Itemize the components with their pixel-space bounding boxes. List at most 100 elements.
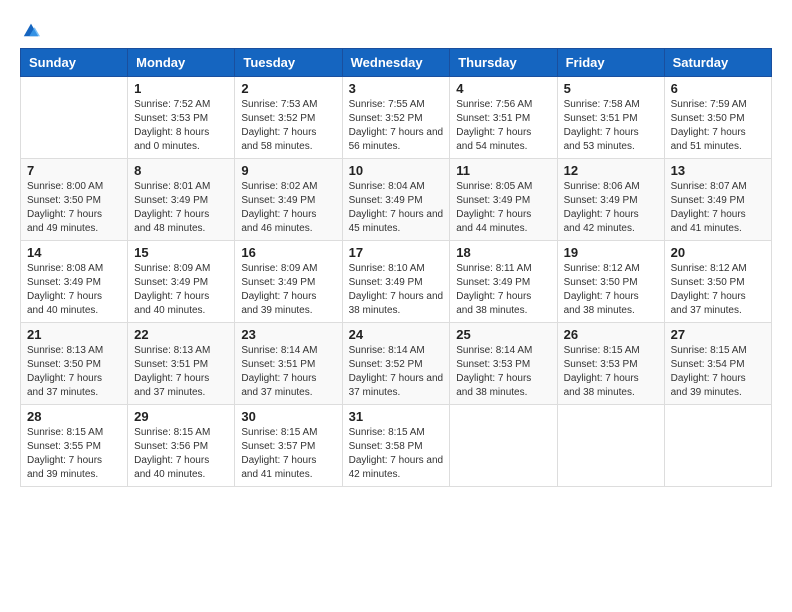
day-info: Sunrise: 8:15 AM Sunset: 3:55 PM Dayligh… — [27, 426, 121, 482]
calendar-cell — [664, 405, 771, 487]
calendar-cell: 4 Sunrise: 7:56 AM Sunset: 3:51 PM Daylig… — [450, 77, 557, 159]
calendar-cell: 17Sunrise: 8:10 AM Sunset: 3:49 PM Dayli… — [342, 241, 450, 323]
weekday-header-sunday: Sunday — [21, 49, 128, 77]
day-info: Sunrise: 8:12 AM Sunset: 3:50 PM Dayligh… — [564, 262, 658, 318]
calendar-cell: 14 Sunrise: 8:08 AM Sunset: 3:49 PM Dayli… — [21, 241, 128, 323]
calendar-table: SundayMondayTuesdayWednesdayThursdayFrid… — [20, 48, 772, 487]
page-header — [20, 20, 772, 38]
day-info: Sunrise: 7:56 AM Sunset: 3:51 PM Dayligh… — [456, 98, 550, 154]
calendar-cell: 12Sunrise: 8:06 AM Sunset: 3:49 PM Dayli… — [557, 159, 664, 241]
day-info: Sunrise: 8:05 AM Sunset: 3:49 PM Dayligh… — [456, 180, 550, 236]
calendar-cell: 5 Sunrise: 7:58 AM Sunset: 3:51 PM Daylig… — [557, 77, 664, 159]
day-number: 24 — [349, 327, 444, 342]
day-number: 11 — [456, 163, 550, 178]
day-info: Sunrise: 8:07 AM Sunset: 3:49 PM Dayligh… — [671, 180, 765, 236]
day-info: Sunrise: 7:58 AM Sunset: 3:51 PM Dayligh… — [564, 98, 658, 154]
weekday-header-wednesday: Wednesday — [342, 49, 450, 77]
calendar-cell: 19 Sunrise: 8:12 AM Sunset: 3:50 PM Dayli… — [557, 241, 664, 323]
day-info: Sunrise: 7:52 AM Sunset: 3:53 PM Dayligh… — [134, 98, 228, 154]
day-info: Sunrise: 8:15 AM Sunset: 3:57 PM Dayligh… — [241, 426, 335, 482]
weekday-header-saturday: Saturday — [664, 49, 771, 77]
calendar-cell: 7 Sunrise: 8:00 AM Sunset: 3:50 PM Daylig… — [21, 159, 128, 241]
day-info: Sunrise: 8:15 AM Sunset: 3:58 PM Dayligh… — [349, 426, 444, 482]
day-number: 5 — [564, 81, 658, 96]
day-number: 18 — [456, 245, 550, 260]
day-info: Sunrise: 8:08 AM Sunset: 3:49 PM Dayligh… — [27, 262, 121, 318]
calendar-cell: 2 Sunrise: 7:53 AM Sunset: 3:52 PM Daylig… — [235, 77, 342, 159]
day-number: 20 — [671, 245, 765, 260]
day-info: Sunrise: 8:15 AM Sunset: 3:54 PM Dayligh… — [671, 344, 765, 400]
day-number: 27 — [671, 327, 765, 342]
calendar-week-row: 14 Sunrise: 8:08 AM Sunset: 3:49 PM Dayli… — [21, 241, 772, 323]
weekday-header-tuesday: Tuesday — [235, 49, 342, 77]
calendar-cell: 15 Sunrise: 8:09 AM Sunset: 3:49 PM Dayli… — [128, 241, 235, 323]
day-number: 15 — [134, 245, 228, 260]
calendar-cell: 29Sunrise: 8:15 AM Sunset: 3:56 PM Dayli… — [128, 405, 235, 487]
day-number: 16 — [241, 245, 335, 260]
day-number: 2 — [241, 81, 335, 96]
calendar-cell: 31 Sunrise: 8:15 AM Sunset: 3:58 PM Dayli… — [342, 405, 450, 487]
day-info: Sunrise: 8:14 AM Sunset: 3:51 PM Dayligh… — [241, 344, 335, 400]
day-info: Sunrise: 8:02 AM Sunset: 3:49 PM Dayligh… — [241, 180, 335, 236]
day-number: 21 — [27, 327, 121, 342]
day-info: Sunrise: 8:09 AM Sunset: 3:49 PM Dayligh… — [241, 262, 335, 318]
calendar-cell: 23 Sunrise: 8:14 AM Sunset: 3:51 PM Dayli… — [235, 323, 342, 405]
calendar-cell: 26Sunrise: 8:15 AM Sunset: 3:53 PM Dayli… — [557, 323, 664, 405]
day-number: 7 — [27, 163, 121, 178]
calendar-cell: 1 Sunrise: 7:52 AM Sunset: 3:53 PM Daylig… — [128, 77, 235, 159]
calendar-cell: 9 Sunrise: 8:02 AM Sunset: 3:49 PM Daylig… — [235, 159, 342, 241]
day-info: Sunrise: 8:15 AM Sunset: 3:53 PM Dayligh… — [564, 344, 658, 400]
logo-icon — [22, 20, 40, 38]
weekday-header-thursday: Thursday — [450, 49, 557, 77]
calendar-cell: 27 Sunrise: 8:15 AM Sunset: 3:54 PM Dayli… — [664, 323, 771, 405]
logo — [20, 20, 40, 38]
day-number: 4 — [456, 81, 550, 96]
day-info: Sunrise: 8:01 AM Sunset: 3:49 PM Dayligh… — [134, 180, 228, 236]
calendar-header-row: SundayMondayTuesdayWednesdayThursdayFrid… — [21, 49, 772, 77]
day-info: Sunrise: 8:13 AM Sunset: 3:50 PM Dayligh… — [27, 344, 121, 400]
day-info: Sunrise: 8:11 AM Sunset: 3:49 PM Dayligh… — [456, 262, 550, 318]
calendar-cell: 22Sunrise: 8:13 AM Sunset: 3:51 PM Dayli… — [128, 323, 235, 405]
day-number: 23 — [241, 327, 335, 342]
day-info: Sunrise: 7:59 AM Sunset: 3:50 PM Dayligh… — [671, 98, 765, 154]
calendar-cell — [21, 77, 128, 159]
calendar-week-row: 28Sunrise: 8:15 AM Sunset: 3:55 PM Dayli… — [21, 405, 772, 487]
calendar-cell: 18 Sunrise: 8:11 AM Sunset: 3:49 PM Dayli… — [450, 241, 557, 323]
day-number: 13 — [671, 163, 765, 178]
calendar-cell: 21 Sunrise: 8:13 AM Sunset: 3:50 PM Dayli… — [21, 323, 128, 405]
calendar-cell: 16 Sunrise: 8:09 AM Sunset: 3:49 PM Dayli… — [235, 241, 342, 323]
calendar-cell: 8 Sunrise: 8:01 AM Sunset: 3:49 PM Daylig… — [128, 159, 235, 241]
day-number: 22 — [134, 327, 228, 342]
day-info: Sunrise: 8:10 AM Sunset: 3:49 PM Dayligh… — [349, 262, 444, 318]
day-number: 8 — [134, 163, 228, 178]
day-info: Sunrise: 8:14 AM Sunset: 3:53 PM Dayligh… — [456, 344, 550, 400]
day-info: Sunrise: 8:04 AM Sunset: 3:49 PM Dayligh… — [349, 180, 444, 236]
day-info: Sunrise: 8:12 AM Sunset: 3:50 PM Dayligh… — [671, 262, 765, 318]
calendar-cell: 3Sunrise: 7:55 AM Sunset: 3:52 PM Daylig… — [342, 77, 450, 159]
day-number: 3 — [349, 81, 444, 96]
calendar-week-row: 7 Sunrise: 8:00 AM Sunset: 3:50 PM Daylig… — [21, 159, 772, 241]
calendar-cell: 13 Sunrise: 8:07 AM Sunset: 3:49 PM Dayli… — [664, 159, 771, 241]
day-number: 14 — [27, 245, 121, 260]
calendar-cell — [557, 405, 664, 487]
calendar-week-row: 21 Sunrise: 8:13 AM Sunset: 3:50 PM Dayli… — [21, 323, 772, 405]
calendar-cell: 24 Sunrise: 8:14 AM Sunset: 3:52 PM Dayli… — [342, 323, 450, 405]
day-number: 1 — [134, 81, 228, 96]
day-info: Sunrise: 8:00 AM Sunset: 3:50 PM Dayligh… — [27, 180, 121, 236]
day-number: 25 — [456, 327, 550, 342]
day-info: Sunrise: 8:14 AM Sunset: 3:52 PM Dayligh… — [349, 344, 444, 400]
day-number: 31 — [349, 409, 444, 424]
day-info: Sunrise: 8:15 AM Sunset: 3:56 PM Dayligh… — [134, 426, 228, 482]
day-number: 9 — [241, 163, 335, 178]
calendar-cell: 28Sunrise: 8:15 AM Sunset: 3:55 PM Dayli… — [21, 405, 128, 487]
calendar-cell: 30Sunrise: 8:15 AM Sunset: 3:57 PM Dayli… — [235, 405, 342, 487]
day-info: Sunrise: 8:09 AM Sunset: 3:49 PM Dayligh… — [134, 262, 228, 318]
calendar-cell: 11 Sunrise: 8:05 AM Sunset: 3:49 PM Dayli… — [450, 159, 557, 241]
day-number: 19 — [564, 245, 658, 260]
calendar-cell: 20 Sunrise: 8:12 AM Sunset: 3:50 PM Dayli… — [664, 241, 771, 323]
day-info: Sunrise: 8:06 AM Sunset: 3:49 PM Dayligh… — [564, 180, 658, 236]
calendar-cell: 25 Sunrise: 8:14 AM Sunset: 3:53 PM Dayli… — [450, 323, 557, 405]
calendar-week-row: 1 Sunrise: 7:52 AM Sunset: 3:53 PM Daylig… — [21, 77, 772, 159]
day-info: Sunrise: 7:53 AM Sunset: 3:52 PM Dayligh… — [241, 98, 335, 154]
day-number: 10 — [349, 163, 444, 178]
